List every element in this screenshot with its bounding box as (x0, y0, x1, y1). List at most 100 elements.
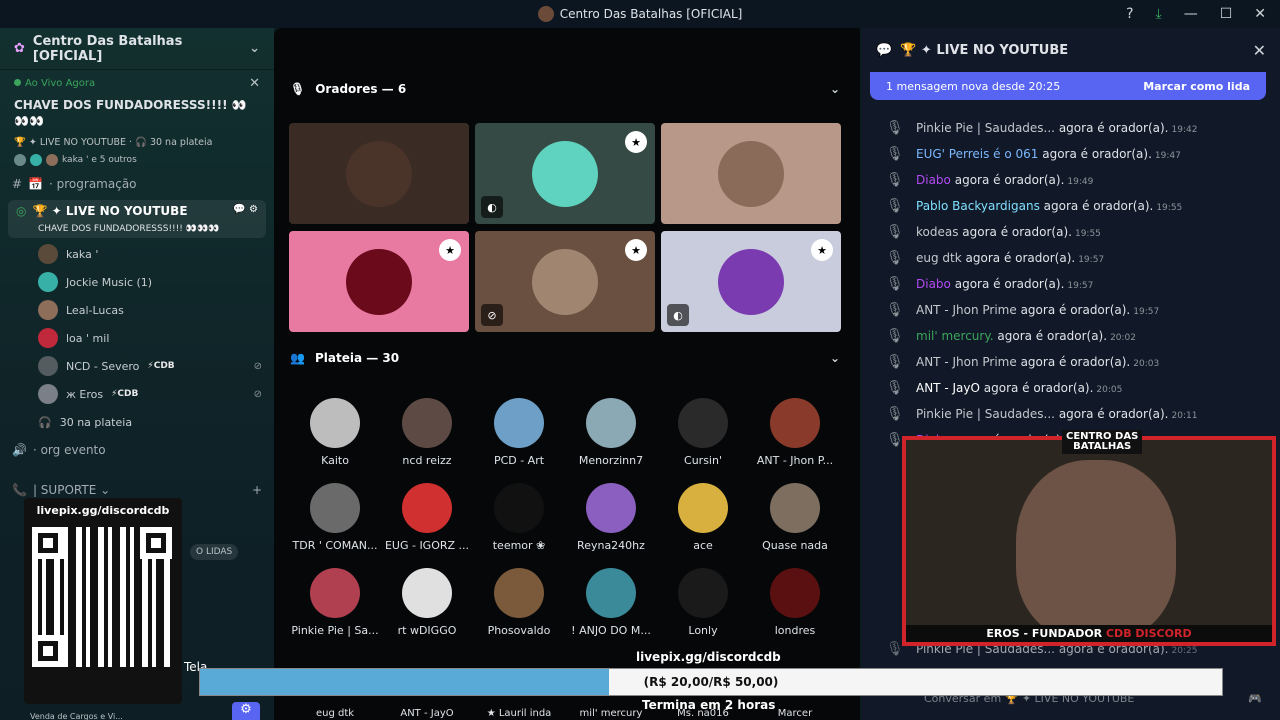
stage-member[interactable]: kaka ' (0, 240, 274, 268)
message-time: 20:02 (1110, 333, 1136, 343)
speaker-avatar (346, 140, 412, 207)
message-author[interactable]: eug dtk (916, 251, 962, 265)
mark-read-button[interactable]: Marcar como lida (1143, 80, 1250, 93)
audience-name: Reyna240hz (577, 539, 645, 552)
stage-member[interactable]: loa ' mil (0, 324, 274, 352)
message-author[interactable]: EUG' Perreis é o 061 (916, 147, 1038, 161)
stage-icon: ◎ (16, 204, 27, 218)
qr-url: livepix.gg/discordcdb (36, 504, 170, 517)
live-now-card[interactable]: Ao Vivo Agora ✕ CHAVE DOS FUNDADORESSS!!… (0, 70, 274, 170)
close-icon[interactable]: ✕ (249, 76, 260, 91)
message-author[interactable]: mil' mercury. (916, 329, 994, 343)
stage-member[interactable]: ж Eros ⚡CDB ⊘ (0, 380, 274, 408)
audience-member[interactable]: EUG - IGORZ ... (382, 483, 472, 552)
live-title: CHAVE DOS FUNDADORESSS!!!! 👀👀👀 (14, 98, 247, 128)
message-author[interactable]: ANT - JayO (916, 381, 980, 395)
audience-member[interactable]: ANT - Jhon P... (750, 398, 840, 467)
help-icon[interactable]: ? (1126, 6, 1133, 22)
audience-member[interactable]: Quase nada (750, 483, 840, 552)
channel-org-evento[interactable]: 🔊 · org evento (0, 436, 274, 464)
audience-name: Phosovaldo (487, 624, 551, 637)
audience-member[interactable]: ★ Lauril inda (474, 708, 564, 719)
audience-member[interactable]: eug dtk (290, 708, 380, 719)
maximize-button[interactable]: ☐ (1220, 6, 1233, 22)
speaker-tile[interactable] (289, 123, 469, 224)
audience-name: ★ Lauril inda (486, 708, 552, 719)
close-button[interactable]: ✕ (1254, 6, 1266, 22)
audience-member[interactable]: Lonly (658, 568, 748, 637)
chevron-down-icon[interactable]: ⌄ (830, 82, 840, 96)
message-author[interactable]: Diabo (916, 277, 951, 291)
message-time: 19:57 (1067, 281, 1094, 291)
audience-member[interactable]: Reyna240hz (566, 483, 656, 552)
headphones-icon: 🎧 (38, 415, 52, 429)
stage-member[interactable]: Jockie Music (1) (0, 268, 274, 296)
audience-member[interactable]: Kaito (290, 398, 380, 467)
audience-member[interactable]: Pinkie Pie | Sa... (290, 568, 380, 637)
audience-member[interactable]: Phosovaldo (474, 568, 564, 637)
message-author[interactable]: ANT - Jhon Prime (916, 355, 1017, 369)
message-author[interactable]: Pinkie Pie | Saudades... (916, 121, 1055, 135)
stage-speaker-icon: 🎙 (886, 146, 904, 162)
audience-member[interactable]: PCD - Art (474, 398, 564, 467)
minimize-button[interactable]: — (1184, 6, 1198, 22)
chat-header: 💬 🏆 ✦ LIVE NO YOUTUBE ✕ (862, 28, 1280, 72)
muted-mic-icon: ⊘ (253, 360, 262, 372)
speaker-tile[interactable]: ★ ◐ (661, 231, 841, 332)
server-header[interactable]: ✿ Centro Das Batalhas [OFICIAL] ⌄ (0, 28, 274, 70)
new-messages-banner[interactable]: 1 mensagem nova desde 20:25 Marcar como … (870, 72, 1266, 100)
speaker-tile[interactable]: ★ ◐ (475, 123, 655, 224)
speakers-header[interactable]: 🎙 Oradores — 6 ⌄ (290, 82, 840, 96)
message-author[interactable]: kodeas (916, 225, 958, 239)
chevron-down-icon[interactable]: ⌄ (830, 351, 840, 365)
message-author[interactable]: Pinkie Pie | Saudades... (916, 407, 1055, 421)
stage-member-list: kaka ' Jockie Music (1) Leal-Lucas loa ' mi… (0, 240, 274, 408)
speaker-avatar (718, 140, 784, 207)
stage-speaker-icon: 🎙 (886, 276, 904, 292)
audience-member[interactable]: teemor ❀ (474, 483, 564, 552)
gamepad-icon[interactable]: 🎮 (1248, 692, 1262, 705)
message-time: 19:47 (1154, 151, 1181, 161)
stage-member[interactable]: NCD - Severo ⚡CDB ⊘ (0, 352, 274, 380)
audience-name: ace (693, 539, 713, 552)
message-time: 19:57 (1133, 307, 1160, 317)
audience-member[interactable]: ncd reizz (382, 398, 472, 467)
chat-message: 🎙 Diabo agora é orador(a). 19:57 (886, 273, 1266, 295)
audience-member[interactable]: Cursin' (658, 398, 748, 467)
audience-member[interactable]: rt wDIGGO (382, 568, 472, 637)
message-author[interactable]: ANT - Jhon Prime (916, 303, 1017, 317)
chat-message: 🎙 Diabo agora é orador(a). 19:49 (886, 169, 1266, 191)
donation-progress-bar: (R$ 20,00/R$ 50,00) (199, 668, 1223, 696)
audience-member[interactable]: ace (658, 483, 748, 552)
plateia-label: 30 na plateia (59, 415, 133, 429)
stage-speaker-icon: 🎙 (886, 406, 904, 422)
audience-member[interactable]: Menorzinn7 (566, 398, 656, 467)
audience-member[interactable]: ANT - JayO (382, 708, 472, 719)
avatar (586, 568, 636, 618)
download-icon[interactable]: ⤓ (1156, 6, 1162, 22)
channel-programacao[interactable]: # 📅 · programação (0, 170, 274, 198)
channel-live-stage[interactable]: ◎ 🏆 ✦ LIVE NO YOUTUBE 💬 ⚙ CHAVE DOS FUNDAD… (8, 200, 266, 238)
audience-name: Kaito (321, 454, 349, 467)
channel-action-icons[interactable]: 💬 ⚙ (233, 204, 258, 218)
audience-name: Pinkie Pie | Sa... (291, 624, 379, 637)
speaker-tile[interactable] (661, 123, 841, 224)
chat-title: 🏆 ✦ LIVE NO YOUTUBE (900, 42, 1069, 58)
message-author[interactable]: Diabo (916, 173, 951, 187)
settings-gear-icon[interactable]: ⚙ (232, 702, 260, 720)
chevron-down-icon[interactable]: ⌄ (249, 41, 260, 56)
audience-member[interactable]: londres (750, 568, 840, 637)
audience-member[interactable]: ! ANJO DO M... (566, 568, 656, 637)
audience-member[interactable]: TDR ' COMAN... (290, 483, 380, 552)
plateia-count[interactable]: 🎧 30 na plateia (0, 408, 274, 436)
microphone-icon: 🎙 (290, 82, 306, 96)
close-icon[interactable]: ✕ (1253, 41, 1266, 60)
audience-header[interactable]: 👥 Plateia — 30 ⌄ (290, 351, 840, 365)
add-channel-icon[interactable]: + (252, 483, 262, 497)
read-badge: O LIDAS (190, 544, 239, 560)
speaker-tile[interactable]: ★ ⊘ (475, 231, 655, 332)
stage-member[interactable]: Leal-Lucas (0, 296, 274, 324)
server-badge-icon: ✿ (14, 41, 25, 56)
message-author[interactable]: Pablo Backyardigans (916, 199, 1040, 213)
speaker-tile[interactable]: ★ (289, 231, 469, 332)
